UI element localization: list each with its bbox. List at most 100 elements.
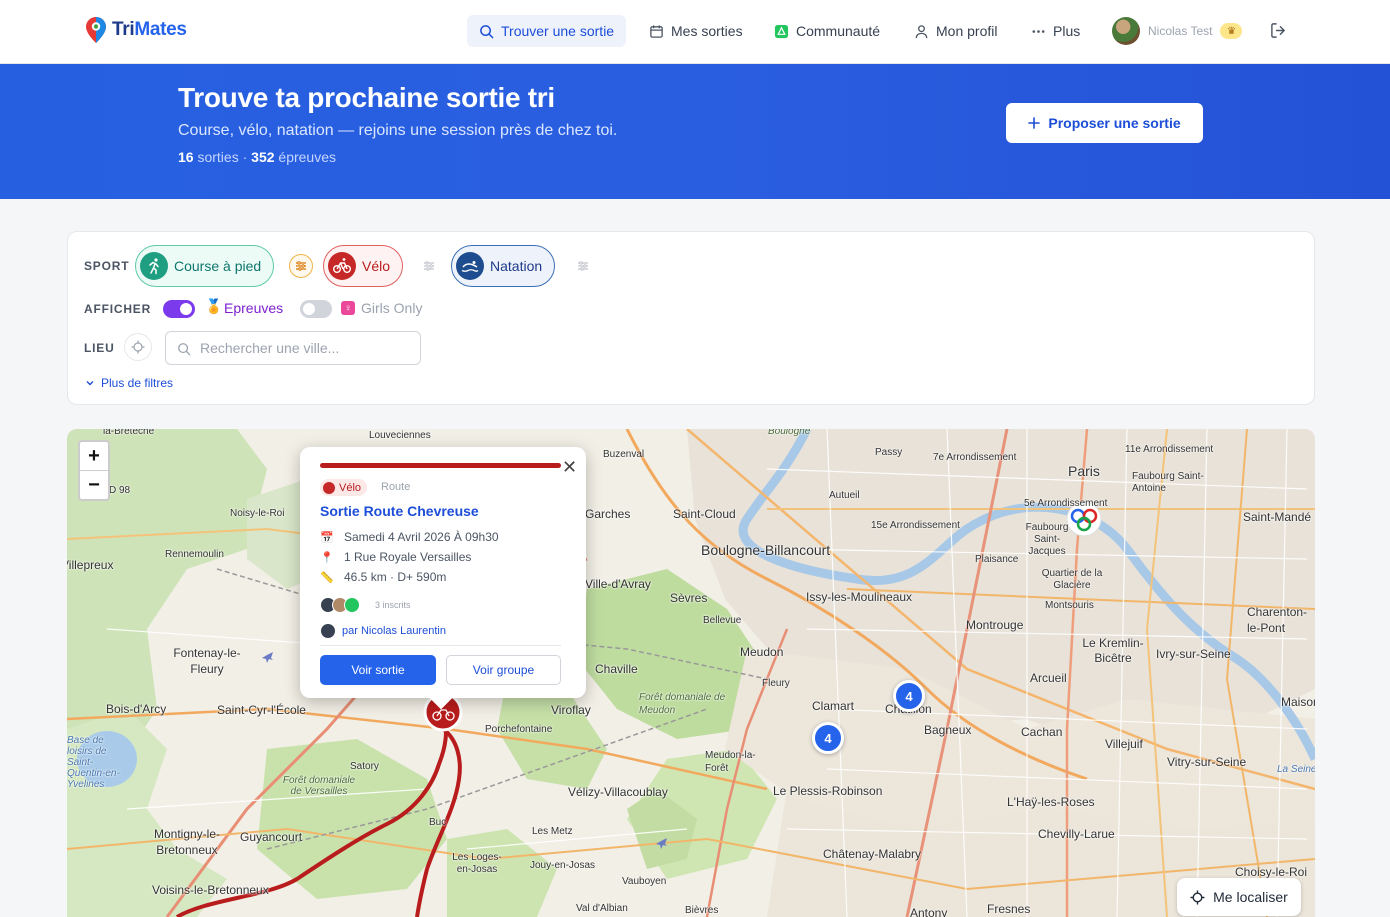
sport-subtype: Route — [381, 481, 411, 493]
top-navbar: TriMates Trouver une sortie Mes sorties … — [0, 0, 1390, 64]
map-pin-logo-icon — [86, 17, 106, 43]
crown-icon: ♛ — [1220, 23, 1243, 39]
sport-chip-running[interactable]: Course à pied — [135, 245, 275, 287]
map-label: L'Haÿ-les-Roses — [1007, 795, 1095, 809]
map-label: D 98 — [109, 485, 131, 496]
map-label: Bièvres — [685, 905, 719, 916]
show-label: AFFICHER — [84, 302, 152, 316]
map-label: Saint-Cloud — [673, 507, 736, 521]
zoom-out-button[interactable]: − — [80, 471, 108, 500]
propose-outing-button[interactable]: Proposer une sortie — [1006, 103, 1203, 143]
map-cluster[interactable]: 4 — [893, 680, 925, 712]
map-label: Voisins-le-Bretonneux — [152, 883, 269, 897]
avatar — [320, 623, 336, 639]
map-label: Plaisance — [975, 554, 1019, 565]
map-view[interactable]: la-Bretèche Louveciennes Buzenval Boulog… — [67, 429, 1315, 917]
map-label: Rennemoulin — [165, 549, 224, 560]
trimates-logo[interactable]: TriMates — [86, 17, 187, 43]
map-label: Quartier de la Glacière — [1041, 568, 1103, 591]
search-icon — [480, 24, 494, 38]
chevron-down-icon — [86, 381, 94, 386]
sliders-icon — [578, 261, 588, 271]
map-label: Boulogne — [768, 429, 811, 437]
girls-only-label: Girls Only — [361, 300, 423, 316]
hero-stats: 16 sorties · 352 épreuves — [178, 149, 336, 165]
participants-avatars[interactable] — [320, 597, 360, 613]
logout-button[interactable] — [1270, 22, 1287, 44]
plus-icon — [1028, 117, 1041, 129]
geolocate-button[interactable] — [124, 333, 152, 361]
map-label: Louveciennes — [369, 430, 431, 441]
map-label: Maisons — [1281, 695, 1315, 709]
map-label: Buzenval — [603, 449, 645, 460]
map-label: Les Loges-en-Josas — [452, 852, 502, 875]
sport-color-bar — [320, 463, 561, 468]
user-menu[interactable]: Nicolas Test ♛ — [1112, 17, 1243, 45]
nav-find-outing[interactable]: Trouver une sortie — [467, 15, 627, 47]
zoom-control: + − — [78, 440, 110, 501]
running-options-button[interactable] — [289, 254, 313, 278]
community-icon — [774, 24, 789, 38]
map-label: 7e Arrondissement — [933, 452, 1017, 463]
brand-name: TriMates — [112, 19, 187, 40]
map-label: Vitry-sur-Seine — [1167, 755, 1247, 769]
swimming-options-button[interactable] — [571, 254, 595, 278]
map-label: Passy — [875, 447, 903, 458]
map-label: Montsouris — [1045, 600, 1094, 611]
place-label: LIEU — [84, 341, 115, 355]
map-label: Vélizy-Villacoublay — [568, 785, 668, 799]
view-group-button[interactable]: Voir groupe — [446, 655, 561, 685]
sport-chip-swimming[interactable]: Natation — [451, 245, 556, 287]
organizer-link[interactable]: par Nicolas Laurentin — [320, 623, 446, 639]
epreuves-label: Epreuves — [224, 300, 284, 316]
map-label: Jouy-en-Josas — [530, 860, 596, 871]
map-label: Fontenay-le-Fleury — [173, 646, 241, 676]
map-label: 11e Arrondissement — [1125, 444, 1214, 455]
nav-more[interactable]: Plus — [1019, 15, 1092, 47]
close-icon[interactable]: ✕ — [562, 457, 577, 478]
map-label: Charenton-le-Pont — [1247, 605, 1308, 635]
map-cluster[interactable]: 4 — [812, 722, 844, 754]
view-outing-button[interactable]: Voir sortie — [320, 655, 436, 685]
map-label: Bois-d'Arcy — [106, 702, 167, 716]
avatar — [1112, 17, 1140, 45]
map-label: Châtenay-Malabry — [823, 847, 922, 861]
bike-icon — [323, 481, 335, 494]
map-label: Choisy-le-Roi — [1235, 865, 1308, 879]
map-label: Bellevue — [703, 615, 742, 626]
map-label: Antony — [910, 906, 948, 917]
pin-icon: 📍 — [320, 551, 334, 564]
map-label: Le Kremlin-Bicêtre — [1082, 636, 1144, 665]
nav-my-outings[interactable]: Mes sorties — [637, 15, 755, 47]
outing-distance: 📏 46.5 km · D+ 590m — [320, 570, 447, 584]
map-label: Meudon-la-Forêt — [705, 750, 756, 774]
map-label: Ivry-sur-Seine — [1156, 647, 1231, 661]
nav-community[interactable]: Communauté — [762, 15, 892, 47]
more-filters-link[interactable]: Plus de filtres — [85, 376, 173, 390]
crosshair-icon — [131, 340, 145, 354]
map-label: Cachan — [1021, 725, 1063, 739]
sliders-icon — [424, 261, 434, 271]
sliders-icon — [296, 261, 306, 271]
map-label: Ville-d'Avray — [585, 577, 651, 591]
map-label: Satory — [350, 761, 379, 772]
zoom-in-button[interactable]: + — [80, 442, 108, 471]
map-label: Paris — [1068, 463, 1100, 479]
cycling-options-button[interactable] — [417, 254, 441, 278]
map-label: la-Bretèche — [103, 429, 155, 437]
epreuves-toggle[interactable] — [163, 300, 195, 318]
map-label: Chaville — [595, 662, 638, 676]
swimming-icon — [456, 252, 484, 280]
sport-chip-cycling[interactable]: Vélo — [323, 245, 404, 287]
girls-only-toggle[interactable] — [300, 300, 332, 318]
outing-title[interactable]: Sortie Route Chevreuse — [320, 503, 479, 519]
city-search[interactable] — [165, 331, 421, 365]
map-label: Autueil — [829, 490, 860, 501]
map-label: Forêt domaniale de Versailles — [282, 775, 356, 797]
city-search-input[interactable] — [200, 338, 410, 358]
map-label: Porchefontaine — [485, 724, 553, 735]
locate-me-button[interactable]: Me localiser — [1177, 878, 1301, 916]
nav-my-profile[interactable]: Mon profil — [902, 15, 1009, 47]
filters-panel: SPORT Course à pied Vélo Natation AFFICH… — [67, 231, 1315, 405]
avatar — [344, 597, 360, 613]
